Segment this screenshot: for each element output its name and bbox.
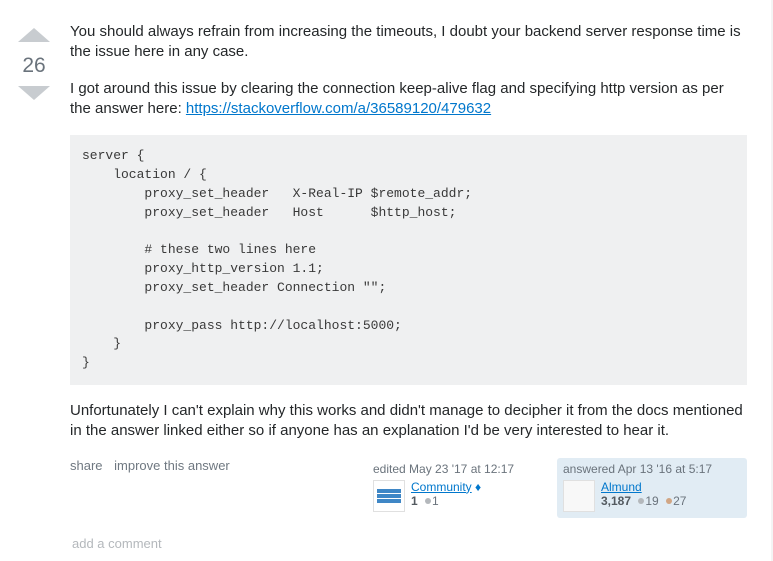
author-info: Almund 3,187 19 27 [595, 480, 686, 512]
answer: 26 You should always refrain from increa… [0, 0, 773, 561]
moderator-diamond-icon: ♦ [475, 480, 481, 494]
paragraph-3: Unfortunately I can't explain why this w… [70, 401, 747, 442]
edited-time: edited May 23 '17 at 12:17 [373, 462, 551, 476]
editor-card: edited May 23 '17 at 12:17 Community ♦ 1… [367, 458, 557, 518]
editor-avatar[interactable] [373, 480, 405, 512]
action-links: share improve this answer [70, 458, 367, 473]
author-rep: 3,187 [601, 494, 631, 508]
editor-silver-count: 1 [432, 494, 439, 508]
editor-info: Community ♦ 1 1 [405, 480, 481, 512]
editor-flair: 1 1 [411, 494, 481, 508]
author-avatar[interactable] [563, 480, 595, 512]
paragraph-1: You should always refrain from increasin… [70, 22, 747, 63]
upvote-arrow-icon[interactable] [18, 28, 50, 42]
author-flair: 3,187 19 27 [601, 494, 686, 508]
downvote-arrow-icon[interactable] [18, 86, 50, 100]
answered-time: answered Apr 13 '16 at 5:17 [563, 462, 741, 476]
bronze-badge-icon [666, 498, 672, 504]
improve-link[interactable]: improve this answer [114, 458, 230, 473]
paragraph-2: I got around this issue by clearing the … [70, 79, 747, 120]
author-bronze-count: 27 [673, 494, 686, 508]
silver-badge-icon [425, 498, 431, 504]
author-card: answered Apr 13 '16 at 5:17 Almund 3,187… [557, 458, 747, 518]
code-block: server { location / { proxy_set_header X… [70, 135, 747, 385]
vote-column: 26 [8, 16, 60, 561]
editor-name-link[interactable]: Community [411, 480, 472, 494]
post-actions: share improve this answer edited May 23 … [70, 458, 747, 518]
author-name-link[interactable]: Almund [601, 480, 642, 494]
reference-link[interactable]: https://stackoverflow.com/a/36589120/479… [186, 100, 491, 117]
vote-count: 26 [8, 48, 60, 84]
editor-rep: 1 [411, 494, 418, 508]
post-body: You should always refrain from increasin… [60, 16, 747, 561]
share-link[interactable]: share [70, 458, 103, 473]
add-comment-link[interactable]: add a comment [72, 536, 162, 551]
silver-badge-icon [638, 498, 644, 504]
author-silver-count: 19 [645, 494, 658, 508]
